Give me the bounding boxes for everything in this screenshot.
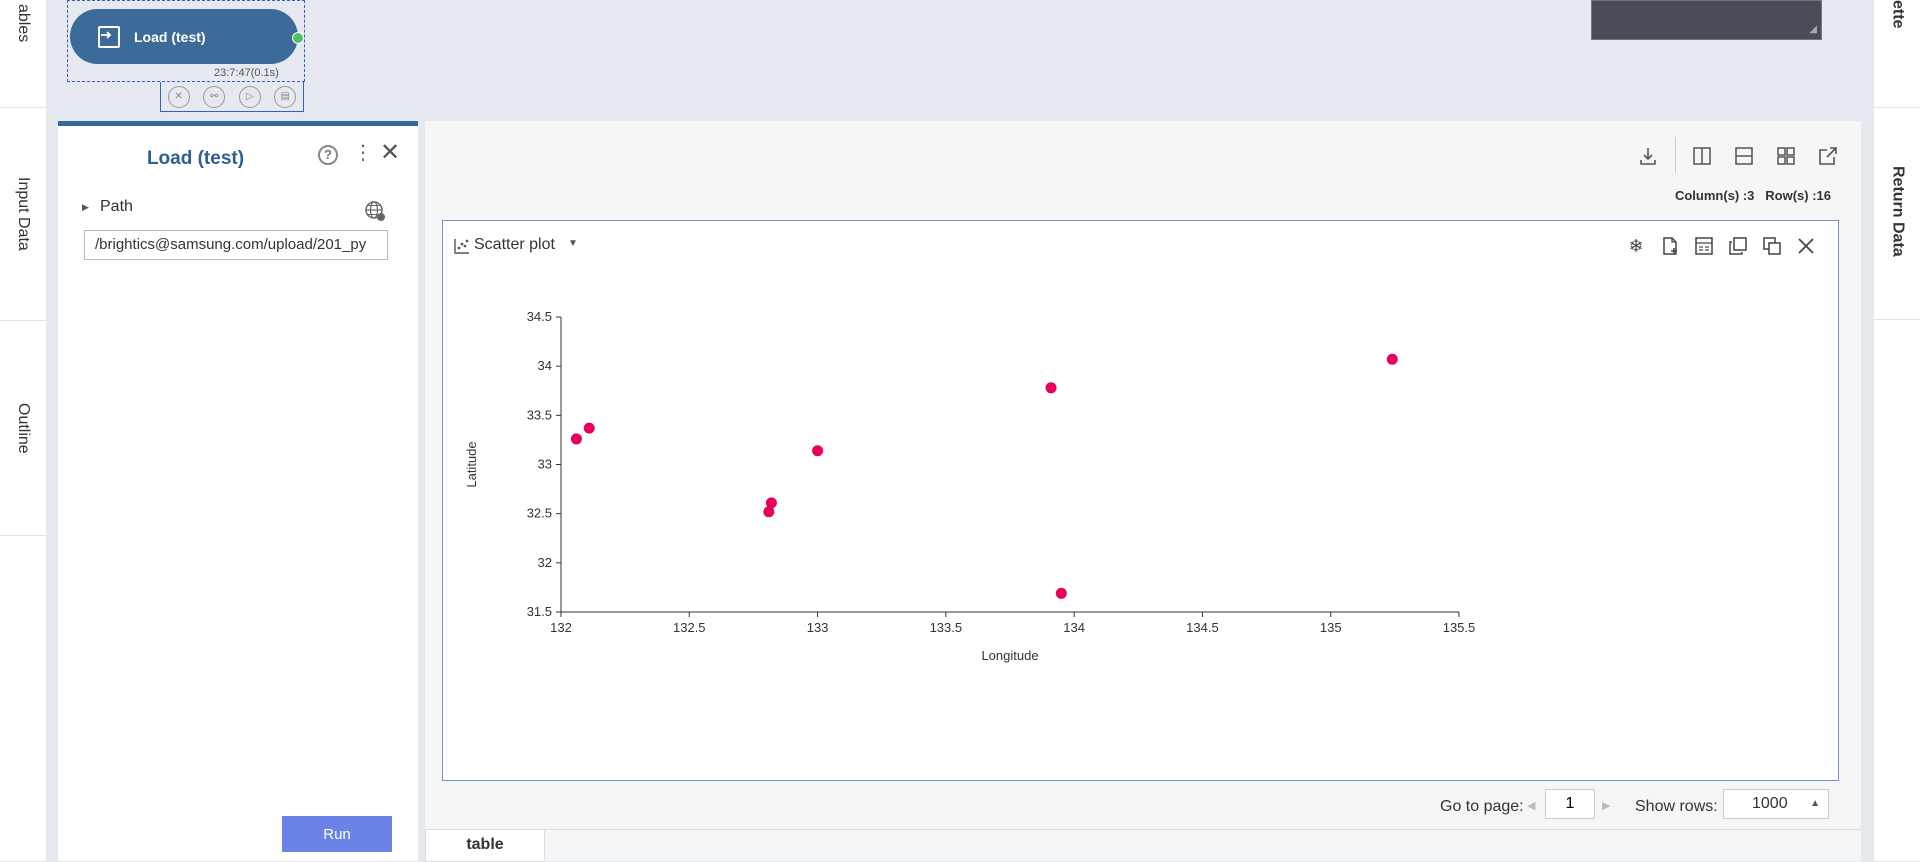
- prev-page-icon[interactable]: ◀: [1527, 799, 1535, 812]
- result-tabs: table: [425, 829, 1861, 862]
- toolbar-separator: [1675, 137, 1676, 173]
- row-count: Row(s) :16: [1765, 188, 1831, 203]
- globe-icon[interactable]: [364, 200, 386, 228]
- scatter-point: [1386, 353, 1398, 365]
- chart-settings-icon[interactable]: [1691, 233, 1717, 259]
- tab-variables[interactable]: ables: [0, 0, 46, 108]
- x-tick-label: 135.5: [1443, 620, 1476, 635]
- scatter-point: [570, 433, 582, 445]
- scatter-chart-icon: [453, 237, 471, 260]
- copy-icon[interactable]: [1759, 233, 1785, 259]
- tab-table[interactable]: table: [425, 830, 545, 862]
- y-tick-label: 33: [538, 457, 552, 472]
- scatter-point: [1045, 382, 1057, 394]
- load-node[interactable]: Load (test): [70, 9, 298, 64]
- x-tick-label: 132.5: [673, 620, 706, 635]
- property-panel: Load (test) ? ⋮ ✕ ▶ Path /brightics@sams…: [58, 121, 418, 861]
- run-button[interactable]: Run: [282, 816, 392, 852]
- x-tick-label: 135: [1320, 620, 1342, 635]
- goto-page-label: Go to page:: [1440, 798, 1524, 815]
- chart-card: Scatter plot ▼ ❄ 132 132.5 133 133.5 134 134.…: [442, 220, 1839, 781]
- open-external-icon[interactable]: [1815, 143, 1841, 169]
- pagination-bar: Go to page: ◀ ▶ Show rows: 1000 ▲: [425, 786, 1861, 826]
- add-document-icon[interactable]: [1657, 233, 1683, 259]
- left-tab-strip: ables Input Data Outline: [0, 0, 47, 861]
- tab-palette-label: ette: [1889, 0, 1907, 29]
- scatter-point: [812, 445, 824, 457]
- x-tick-label: 134.5: [1186, 620, 1219, 635]
- duplicate-icon[interactable]: [1725, 233, 1751, 259]
- share-icon[interactable]: ⚯: [203, 85, 226, 108]
- scatter-point: [1055, 587, 1067, 599]
- y-tick-label: 33.5: [527, 407, 552, 422]
- expand-caret-icon[interactable]: ▶: [82, 202, 89, 213]
- scatter-point: [765, 497, 777, 509]
- close-icon[interactable]: ✕: [380, 141, 400, 165]
- chart-type-label[interactable]: Scatter plot: [474, 236, 555, 254]
- path-input-value: /brightics@samsung.com/upload/201_py: [95, 236, 367, 253]
- path-label[interactable]: Path: [100, 198, 133, 216]
- x-tick-label: 133: [807, 620, 829, 635]
- tab-variables-label: ables: [15, 4, 32, 43]
- x-axis-label: Longitude: [981, 648, 1038, 663]
- y-tick-label: 32: [538, 555, 552, 570]
- tab-input-data[interactable]: Input Data: [0, 108, 46, 321]
- page-number-input[interactable]: [1545, 789, 1595, 819]
- tab-outline-label: Outline: [15, 402, 32, 454]
- right-tab-strip: ette Return Data: [1873, 0, 1920, 861]
- clipboard-icon[interactable]: ▤: [274, 85, 297, 108]
- grid-layout-icon[interactable]: [1773, 143, 1799, 169]
- column-row-count: Column(s) :3 Row(s) :16: [1675, 188, 1831, 203]
- play-icon[interactable]: ▷: [238, 85, 261, 108]
- resize-grip-icon[interactable]: ◢: [1809, 24, 1817, 35]
- next-page-icon[interactable]: ▶: [1602, 799, 1610, 812]
- node-toolbar: ✕ ⚯ ▷ ▤: [160, 82, 304, 112]
- panel-title: Load (test): [146, 148, 245, 169]
- chevron-down-icon[interactable]: ▼: [568, 238, 578, 249]
- tab-return-data[interactable]: Return Data: [1874, 108, 1920, 320]
- show-rows-value: 1000: [1752, 795, 1788, 812]
- y-tick-label: 32.5: [527, 506, 552, 521]
- result-area: Column(s) :3 Row(s) :16 Scatter plot ▼ ❄…: [425, 121, 1861, 862]
- x-tick-label: 132: [550, 620, 572, 635]
- freeze-icon[interactable]: ❄: [1623, 233, 1649, 259]
- close-chart-icon[interactable]: [1793, 233, 1819, 259]
- download-icon[interactable]: [1635, 143, 1661, 169]
- scatter-plot: 132 132.5 133 133.5 134 134.5 135 135.5 31.5 32 32…: [464, 309, 1476, 663]
- x-tick-label: 133.5: [930, 620, 963, 635]
- y-axis-label: Latitude: [464, 441, 479, 487]
- node-label: Load (test): [134, 28, 206, 45]
- split-horizontal-icon[interactable]: [1731, 143, 1757, 169]
- path-input[interactable]: /brightics@samsung.com/upload/201_py: [84, 230, 388, 260]
- column-count: Column(s) :3: [1674, 188, 1755, 203]
- tab-return-data-label: Return Data: [1889, 166, 1907, 257]
- split-vertical-icon[interactable]: [1689, 143, 1715, 169]
- y-tick-label: 31.5: [527, 604, 552, 619]
- y-tick-label: 34: [538, 358, 552, 373]
- show-rows-select[interactable]: 1000 ▲: [1723, 789, 1829, 819]
- scatter-point: [583, 422, 595, 434]
- show-rows-label: Show rows:: [1635, 798, 1718, 815]
- x-tick-label: 134: [1063, 620, 1085, 635]
- more-options-icon[interactable]: ⋮: [353, 143, 373, 163]
- node-timestamp: 23:7:47(0.1s): [214, 67, 279, 79]
- y-tick-label: 34.5: [527, 309, 552, 324]
- chevron-up-icon: ▲: [1810, 798, 1820, 809]
- node-output-port[interactable]: [292, 32, 304, 44]
- import-icon: [98, 25, 120, 48]
- help-icon[interactable]: ?: [318, 145, 338, 165]
- tab-input-data-label: Input Data: [15, 177, 32, 251]
- minimap[interactable]: ◢: [1591, 0, 1822, 40]
- tab-palette[interactable]: ette: [1874, 0, 1920, 108]
- tab-outline[interactable]: Outline: [0, 321, 46, 536]
- stop-icon[interactable]: ✕: [167, 85, 190, 108]
